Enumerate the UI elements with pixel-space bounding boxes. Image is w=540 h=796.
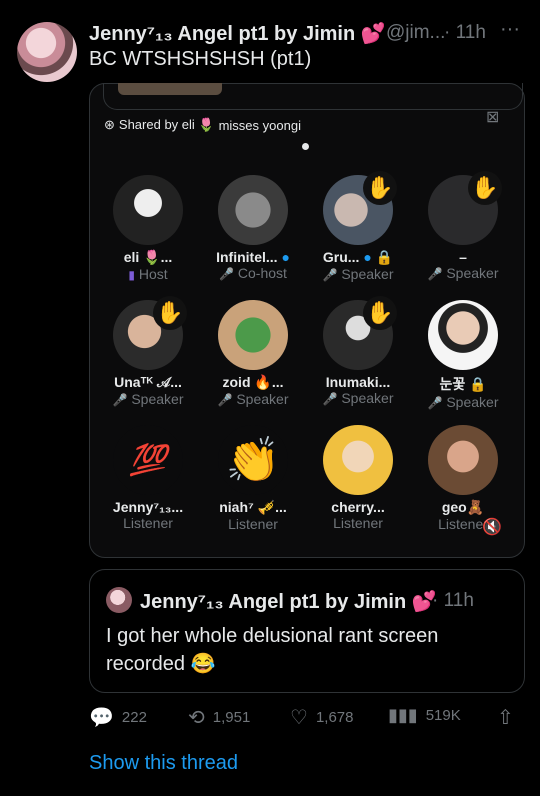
participant-avatar: ✋ <box>428 171 502 245</box>
quote-text: I got her whole delusional rant screen r… <box>106 625 439 675</box>
participant-avatar <box>218 300 288 370</box>
participant-role: Speaker <box>446 394 499 410</box>
participant-name: zoid 🔥... <box>222 374 284 390</box>
participant-name: eli 🌷... <box>123 249 173 265</box>
retweet-button[interactable]: ⟲ 1,951 <box>188 705 250 730</box>
author-avatar[interactable] <box>17 22 77 82</box>
like-button[interactable]: ♡ 1,678 <box>290 705 353 730</box>
shared-by-line: ⊛ Shared by eli 🌷 misses yoongi <box>104 117 301 133</box>
caption-off-icon[interactable]: ⊠ <box>486 107 499 127</box>
participant-name: – <box>459 249 467 265</box>
share-icon: ⇧ <box>497 707 514 729</box>
more-icon[interactable]: ··· <box>500 18 520 41</box>
mic-off-icon: 🎤 <box>219 267 235 281</box>
raised-hand-icon: ✋ <box>468 171 502 205</box>
raised-hand-icon: ✋ <box>153 296 187 330</box>
shared-by-text: Shared by eli 🌷 <box>118 117 215 132</box>
participant-name: Inumaki... <box>325 374 391 390</box>
participant-name: Jenny⁷₁₃... <box>112 499 184 515</box>
mic-off-icon: 🎤 <box>322 268 338 282</box>
verified-icon: ● <box>281 249 290 265</box>
participant-avatar <box>113 175 183 245</box>
views-button[interactable]: ▮▮▮ 519K <box>388 705 461 726</box>
participant-role: Speaker <box>446 265 499 281</box>
hundred-emoji-icon: 💯 <box>113 425 183 495</box>
views-count: 519K <box>425 707 461 724</box>
participant-avatar: ✋ <box>323 296 397 370</box>
like-count: 1,678 <box>315 709 354 726</box>
lock-icon: 🔒 <box>469 376 487 392</box>
participant-cell[interactable]: ✋ Unaᵀᴷ 𝒜... 🎤 Speaker <box>103 296 193 407</box>
participant-avatar: ✋ <box>113 296 187 370</box>
participant-name: geo🧸 <box>441 499 485 515</box>
clapping-hands-icon: 👏 <box>218 425 288 495</box>
participant-cell[interactable]: ✋ – 🎤 Speaker <box>418 171 508 281</box>
participant-cell[interactable]: geo🧸 Listener <box>418 425 508 532</box>
reply-button[interactable]: 💬 222 <box>89 705 147 730</box>
share-icon: ⊛ <box>104 117 115 132</box>
participant-cell[interactable]: zoid 🔥... 🎤 Speaker <box>208 300 298 407</box>
participant-role: Listener <box>228 516 278 532</box>
quote-author-avatar <box>106 587 132 613</box>
participant-role: Listener <box>123 515 173 531</box>
raised-hand-icon: ✋ <box>363 171 397 205</box>
participant-cell[interactable]: cherry... Listener <box>313 425 403 531</box>
lock-icon: 🔒 <box>375 249 394 265</box>
tweet-text: BC WTSHSHSHSH (pt1) <box>89 48 312 70</box>
participant-role: Co-host <box>237 265 287 281</box>
speaking-icon: ▮ <box>128 268 135 282</box>
participant-cell[interactable]: 눈꽃 🔒 🎤 Speaker <box>418 300 508 410</box>
participant-role: Speaker <box>341 390 394 406</box>
heart-icon: ♡ <box>290 707 308 729</box>
participant-avatar <box>323 425 393 495</box>
author-handle[interactable]: @jim... <box>386 22 445 44</box>
participant-name: Unaᵀᴷ 𝒜... <box>114 374 182 390</box>
author-name[interactable]: Jenny⁷₁₃ Angel pt1 by Jimin 💕 <box>89 21 386 46</box>
share-button[interactable]: ⇧ <box>497 705 514 730</box>
tweet-time[interactable]: · 11h <box>444 22 486 44</box>
participant-cell[interactable]: ✋ Inumaki... 🎤 Speaker <box>313 296 403 406</box>
mic-off-icon: 🎤 <box>112 393 128 407</box>
mic-off-icon: 🎤 <box>217 393 233 407</box>
participant-avatar <box>428 300 498 370</box>
participant-name: 눈꽃 <box>439 376 466 392</box>
participant-cell[interactable]: eli 🌷... ▮ Host <box>103 175 193 282</box>
participant-cell[interactable]: Infinitel... ● 🎤 Co-host <box>208 175 298 281</box>
raised-hand-icon: ✋ <box>363 296 397 330</box>
participant-role: Speaker <box>131 391 184 407</box>
mic-off-icon: 🎤 <box>322 392 338 406</box>
participant-cell[interactable]: 👏 niah⁷ 🎺... Listener <box>208 425 298 532</box>
participant-cell[interactable]: ✋ Gru... ● 🔒 🎤 Speaker <box>313 171 403 282</box>
quote-author-name: Jenny⁷₁₃ Angel pt1 by Jimin 💕 <box>140 591 437 613</box>
show-thread-link[interactable]: Show this thread <box>89 752 238 775</box>
participant-role: Speaker <box>341 266 394 282</box>
mic-off-icon: 🎤 <box>427 396 443 410</box>
reply-icon: 💬 <box>89 707 114 729</box>
participant-avatar <box>218 175 288 245</box>
participant-cell[interactable]: 💯 Jenny⁷₁₃... Listener <box>103 425 193 531</box>
participant-avatar: ✋ <box>323 171 397 245</box>
participant-name: Infinitel... <box>216 249 278 265</box>
page-dot <box>302 143 309 150</box>
mic-off-icon: 🎤 <box>427 267 443 281</box>
space-thumbnail <box>118 83 222 95</box>
retweet-icon: ⟲ <box>188 707 205 729</box>
verified-icon: ● <box>363 249 372 265</box>
participant-name: niah⁷ 🎺... <box>219 499 287 515</box>
retweet-count: 1,951 <box>212 709 251 726</box>
mute-icon[interactable]: 🔇 <box>482 517 502 537</box>
participant-role: Listener <box>333 515 383 531</box>
quote-time: · 11h <box>432 590 474 611</box>
participant-role: Host <box>138 266 168 282</box>
shared-note-text: misses yoongi <box>218 117 301 133</box>
reply-count: 222 <box>121 709 147 726</box>
participant-avatar <box>428 425 498 495</box>
participant-name: cherry... <box>331 499 385 515</box>
views-icon: ▮▮▮ <box>388 705 418 725</box>
participant-role: Speaker <box>236 391 289 407</box>
participant-name: Gru... <box>322 249 360 265</box>
